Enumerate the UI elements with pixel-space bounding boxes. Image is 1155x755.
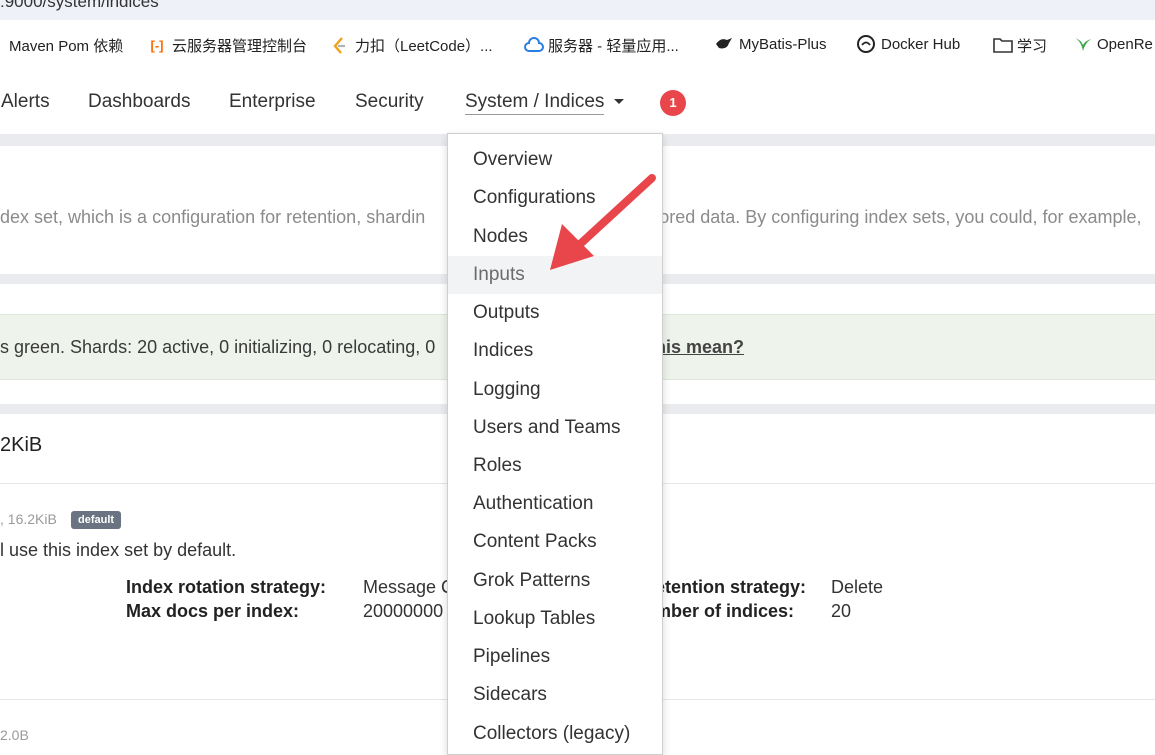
bookmark-mybatis[interactable]: MyBatis-Plus (715, 35, 827, 53)
bookmark-label: 力扣（LeetCode）... (355, 38, 493, 55)
bookmark-label: OpenRe (1097, 35, 1153, 53)
index-set-meta: , 16.2KiB (0, 511, 57, 527)
retention-strategy-value: Delete (831, 577, 884, 597)
bookmark-leetcode[interactable]: 力扣（LeetCode）... (331, 35, 493, 56)
bookmark-openresty[interactable]: OpenRe (1073, 35, 1153, 53)
bookmark-label: 服务器 - 轻量应用... (548, 38, 679, 55)
menu-item-sidecars[interactable]: Sidecars (448, 676, 662, 714)
bookmark-server[interactable]: 服务器 - 轻量应用... (524, 35, 679, 56)
main-navbar: Alerts Dashboards Enterprise Security Sy… (0, 72, 1155, 134)
nav-enterprise[interactable]: Enterprise (229, 91, 316, 113)
max-docs-label: Max docs per index: (126, 601, 300, 621)
bird-icon (715, 35, 733, 53)
url-text: :9000/system/indices (0, 0, 159, 11)
next-index-set-meta: 2.0B (0, 727, 29, 743)
nav-security[interactable]: Security (355, 91, 424, 113)
health-help-link[interactable]: his mean? (655, 337, 744, 358)
menu-item-indices[interactable]: Indices (448, 332, 662, 370)
health-status-text: s green. Shards: 20 active, 0 initializi… (0, 337, 436, 357)
menu-item-content-packs[interactable]: Content Packs (448, 523, 662, 561)
annotation-arrow-icon (550, 174, 656, 270)
nav-alerts[interactable]: Alerts (1, 91, 50, 113)
bookmark-label: Docker Hub (881, 35, 961, 53)
menu-item-users-and-teams[interactable]: Users and Teams (448, 409, 662, 447)
menu-item-roles[interactable]: Roles (448, 447, 662, 485)
bookmarks-bar: Maven Pom 依赖 [-] 云服务器管理控制台 力扣（LeetCode）.… (0, 20, 1155, 72)
bookmark-aliyun[interactable]: [-] 云服务器管理控制台 (148, 35, 308, 56)
nav-dashboards[interactable]: Dashboards (88, 91, 190, 113)
bookmark-label: Maven Pom 依赖 (9, 38, 124, 55)
browser-url-bar[interactable]: :9000/system/indices (0, 0, 1155, 20)
menu-item-logging[interactable]: Logging (448, 371, 662, 409)
bookmark-label: 学习 (1017, 38, 1048, 55)
rotation-strategy-value: Message C (363, 577, 455, 597)
nav-system-dropdown[interactable]: System / Indices (465, 91, 625, 115)
bookmark-dockerhub[interactable]: Docker Hub (857, 35, 960, 53)
retention-strategy-label: etention strategy: (655, 577, 807, 597)
aliyun-icon: [-] (150, 37, 164, 53)
menu-item-authentication[interactable]: Authentication (448, 485, 662, 523)
cloud-icon (524, 36, 544, 55)
caret-down-icon (614, 99, 625, 105)
index-set-usage: l use this index set by default. (0, 540, 237, 560)
max-docs-value: 20000000 (363, 601, 444, 621)
folder-icon (993, 37, 1013, 55)
bookmark-maven[interactable]: Maven Pom 依赖 (9, 35, 123, 56)
notification-badge[interactable]: 1 (660, 90, 686, 116)
menu-item-grok-patterns[interactable]: Grok Patterns (448, 562, 662, 600)
leetcode-icon (331, 36, 349, 55)
bookmark-folder-study[interactable]: 学习 (993, 35, 1047, 56)
menu-item-collectors-legacy[interactable]: Collectors (legacy) (448, 715, 662, 753)
total-size-heading: 2KiB (0, 434, 43, 456)
number-of-indices-value: 20 (831, 601, 852, 621)
rotation-strategy-label: Index rotation strategy: (126, 577, 327, 597)
openresty-icon (1073, 35, 1091, 53)
default-badge: default (71, 511, 122, 529)
menu-item-outputs[interactable]: Outputs (448, 294, 662, 332)
number-of-indices-label: mber of indices: (655, 601, 795, 621)
menu-item-pipelines[interactable]: Pipelines (448, 638, 662, 676)
bookmark-label: MyBatis-Plus (739, 35, 827, 53)
nav-system-label: System / Indices (465, 91, 605, 115)
docker-icon (857, 35, 875, 53)
menu-item-lookup-tables[interactable]: Lookup Tables (448, 600, 662, 638)
bookmark-label: 云服务器管理控制台 (172, 38, 308, 55)
